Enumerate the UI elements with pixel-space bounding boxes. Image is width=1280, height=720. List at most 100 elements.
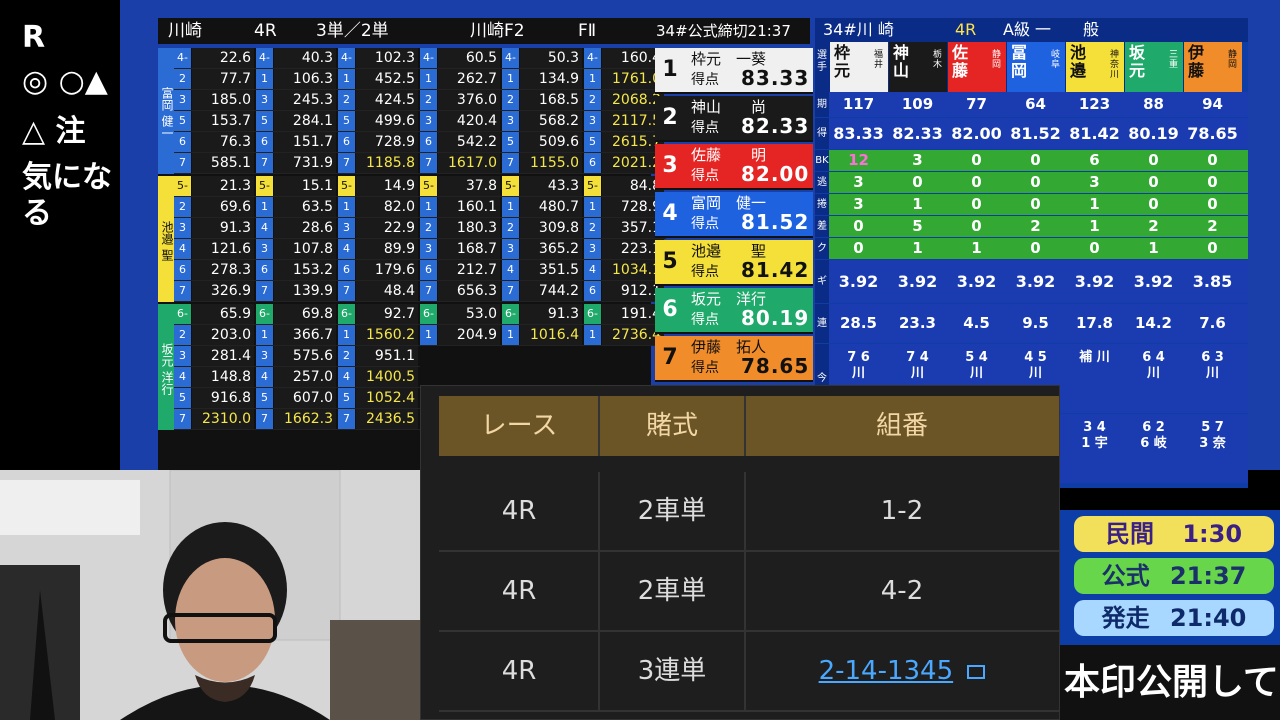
rider-number: 3 (662, 153, 678, 178)
bet-row-divider (598, 472, 600, 550)
odds-header: 川崎 4R 3単／2単 川崎F2 FⅡ 34#公式締切21:37 (158, 18, 810, 44)
legend-line-3: △ 注 (22, 114, 86, 149)
odds-combo-label: 5 (174, 111, 191, 131)
odds-value: 744.2 (520, 281, 582, 301)
odds-combo-label: 4 (256, 218, 273, 238)
odds-cell: 5-643.3 (502, 176, 584, 212)
odds-value: 89.9 (356, 239, 418, 259)
odds-combo-label: 7 (256, 281, 273, 301)
stats-player-name: 坂元 (1129, 43, 1146, 80)
odds-combo-label: 2 (584, 218, 601, 238)
odds-cell: 4-560.5 (420, 48, 502, 84)
stats-cell: 3 (912, 151, 923, 169)
odds-value: 82.0 (356, 197, 418, 217)
odds-combo-label: 6-1 (174, 304, 191, 340)
odds-value: 107.8 (274, 239, 336, 259)
external-link-icon[interactable] (967, 664, 986, 679)
stats-cell: 6 4 川 (1142, 350, 1165, 381)
odds-value: 91.3 (520, 304, 582, 324)
rider-score-label: 得点 (691, 72, 719, 88)
odds-value: 22.6 (192, 48, 254, 68)
odds-value: 22.9 (356, 218, 418, 238)
odds-cell: 7 1617.0 (420, 153, 502, 174)
odds-combo-label: 6 (420, 260, 437, 280)
odds-value: 284.1 (274, 111, 336, 131)
stats-cell: 3.92 (838, 272, 879, 291)
rider-score: 82.00 (741, 162, 810, 186)
prediction-mark-legend: R ◎ ○▲ △ 注 気になる (0, 0, 120, 470)
rider-score: 82.33 (741, 114, 810, 138)
stats-row-label: 連対 (815, 304, 829, 343)
odds-combo-label: 7 (420, 153, 437, 173)
odds-cell: 3 107.8 (256, 239, 338, 260)
odds-cell: 1 480.7 (502, 197, 584, 218)
odds-combo-label: 1 (338, 325, 355, 345)
bet-combo-cell: 2-14-1345 (745, 632, 1059, 710)
rider-number: 7 (662, 345, 678, 370)
stats-row-sashi: 0 5 0 2 1 2 2 (829, 216, 1248, 237)
odds-combo-label: 6-5 (502, 304, 519, 340)
odds-value: 916.8 (192, 388, 254, 408)
odds-value: 151.7 (274, 132, 336, 152)
odds-combo-label: 3 (584, 239, 601, 259)
odds-combo-label: 4 (174, 239, 191, 259)
stats-player-pref: 静岡 (992, 50, 1002, 70)
rider-score: 81.42 (741, 258, 810, 282)
odds-cell: 2 357.1 (584, 218, 666, 239)
stats-cell: 1 (971, 239, 982, 257)
odds-group-rider: 池邉 聖 (160, 221, 174, 261)
odds-combo-label: 1 (420, 325, 437, 345)
odds-combo-label: 7 (338, 281, 355, 301)
rider-score-row: 得点 78.65 (691, 356, 808, 378)
bet-header-type: 賭式 (645, 411, 698, 441)
stats-cell: 0 (1207, 195, 1218, 213)
stats-cell: 1 (912, 195, 923, 213)
odds-cell: 5-314.9 (338, 176, 420, 212)
streamer-webcam-image (0, 469, 420, 720)
stats-player-pref: 静岡 (1228, 50, 1238, 70)
stats-cell: 補 川 (1079, 350, 1110, 365)
legend-line-1: R (22, 20, 46, 55)
odds-combo-label: 6-2 (256, 304, 273, 340)
stats-cell: 0 (1207, 239, 1218, 257)
odds-combo-label: 5 (256, 111, 273, 131)
time-koshiki: 公式 21:37 (1074, 558, 1274, 594)
odds-combo-label: 1 (338, 197, 355, 217)
stats-cell: 3.92 (897, 272, 938, 291)
stats-cell: 9.5 (1022, 314, 1049, 332)
odds-combo-label: 1 (256, 69, 273, 89)
odds-combo-label: 2 (502, 90, 519, 110)
odds-combo-label: 3 (420, 111, 437, 131)
rider-number: 4 (662, 201, 678, 226)
rider-score-label: 得点 (691, 360, 719, 376)
stats-cell: 0 (1207, 173, 1218, 191)
odds-cell: 7 2436.5 (338, 409, 420, 430)
odds-cell: 3 185.0 (174, 90, 256, 111)
odds-combo-label: 5-1 (174, 176, 191, 212)
odds-cell: 4 351.5 (502, 260, 584, 281)
stats-cell: 0 (853, 217, 864, 235)
odds-value: 257.0 (274, 367, 336, 387)
odds-cell: 7 48.4 (338, 281, 420, 302)
odds-value: 60.5 (438, 48, 500, 68)
rider-row: 6 坂元 洋行 得点 80.19 (655, 288, 813, 334)
odds-value: 69.6 (192, 197, 254, 217)
stats-row-score: 83.33 82.33 82.00 81.52 81.42 80.19 78.65 (829, 118, 1248, 149)
stats-player-name: 冨岡 (1011, 43, 1028, 80)
stats-cell: 3 (853, 195, 864, 213)
rider-score-label: 得点 (691, 120, 719, 136)
rider-score-row: 得点 82.00 (691, 164, 808, 186)
bet-row-divider (598, 552, 600, 630)
odds-cell: 1 204.9 (420, 325, 502, 346)
odds-value: 168.7 (438, 239, 500, 259)
odds-value: 1617.0 (438, 153, 500, 173)
bet-combo-link[interactable]: 2-14-1345 (819, 656, 954, 686)
stats-player-header: 冨岡 岐阜 (1006, 42, 1065, 92)
odds-value: 14.9 (356, 176, 418, 196)
odds-cell: 5 509.6 (502, 132, 584, 153)
odds-combo-label: 1 (584, 69, 601, 89)
odds-cell: 6-392.7 (338, 304, 420, 340)
odds-combo-label: 5 (338, 111, 355, 131)
odds-cell: 5-784.8 (584, 176, 666, 212)
odds-combo-label: 2 (174, 69, 191, 89)
